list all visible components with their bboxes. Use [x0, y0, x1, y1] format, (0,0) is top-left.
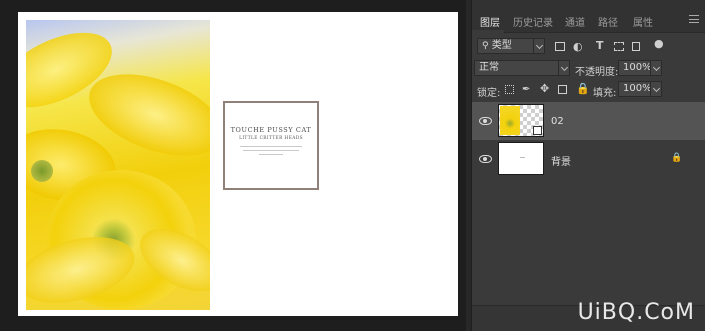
- flower-photo: [26, 20, 210, 310]
- canvas-workspace[interactable]: TOUCHE PUSSY CAT LITTLE CRITTER HEADS: [0, 0, 466, 331]
- card-text-line: [259, 154, 283, 155]
- brush-icon[interactable]: ✒: [522, 85, 530, 95]
- lock-transparent-icon[interactable]: [505, 85, 514, 94]
- text-filter-icon[interactable]: T: [596, 40, 604, 51]
- adjustment-filter-icon[interactable]: ◐: [573, 41, 583, 52]
- tab-paths[interactable]: 路径: [598, 14, 618, 29]
- chevron-down-icon[interactable]: [558, 60, 570, 76]
- chevron-down-icon[interactable]: [650, 81, 662, 97]
- layer-row-02[interactable]: 02: [472, 102, 705, 140]
- tab-layers[interactable]: 图层: [480, 14, 500, 29]
- blend-row: 正常 不透明度: 100%: [472, 60, 705, 78]
- opacity-label: 不透明度:: [575, 67, 619, 78]
- layer-filter-row: ⚲ 类型 ◐ T ●: [472, 38, 705, 56]
- tab-channels[interactable]: 通道: [565, 14, 585, 29]
- move-icon[interactable]: ✥: [540, 83, 549, 94]
- smart-object-filter-icon[interactable]: [632, 42, 640, 51]
- chevron-down-icon[interactable]: [650, 60, 662, 76]
- document-canvas[interactable]: TOUCHE PUSSY CAT LITTLE CRITTER HEADS: [18, 12, 458, 316]
- active-tab-indicator: [472, 30, 504, 33]
- flower-thumbnail: [500, 106, 520, 135]
- search-icon: ⚲: [482, 41, 489, 51]
- lock-icon: 🔒: [671, 153, 683, 163]
- layer-name[interactable]: 背景: [551, 153, 571, 168]
- filter-toggle-icon[interactable]: ●: [654, 38, 664, 49]
- tab-history[interactable]: 历史记录: [513, 14, 553, 29]
- filter-type-value: 类型: [491, 40, 512, 51]
- layer-row-background[interactable]: 背景 🔒: [472, 140, 705, 178]
- card-subtitle: LITTLE CRITTER HEADS: [239, 136, 303, 141]
- layer-thumbnail: [498, 104, 544, 137]
- thumbnail-detail: [520, 157, 525, 158]
- layers-panel: 图层 历史记录 通道 路径 属性 ⚲ 类型 ◐ T ● 正常 不透明度: 100…: [471, 0, 705, 331]
- lock-icon[interactable]: 🔒: [576, 83, 590, 94]
- text-card: TOUCHE PUSSY CAT LITTLE CRITTER HEADS: [223, 101, 319, 190]
- image-filter-icon[interactable]: [555, 42, 565, 51]
- eye-icon[interactable]: [479, 155, 492, 163]
- eye-icon[interactable]: [479, 117, 492, 125]
- card-text-line: [243, 150, 299, 151]
- blend-mode-select[interactable]: 正常: [474, 60, 570, 76]
- artboard-lock-icon[interactable]: [558, 85, 567, 94]
- tab-properties[interactable]: 属性: [633, 14, 653, 29]
- shape-filter-icon[interactable]: [614, 42, 624, 51]
- chevron-down-icon[interactable]: [533, 38, 545, 54]
- lock-row: 锁定: ✒ ✥ 🔒 填充: 100%: [472, 81, 705, 99]
- layer-thumbnail: [498, 142, 544, 175]
- layer-name[interactable]: 02: [551, 116, 564, 127]
- card-title: TOUCHE PUSSY CAT: [230, 126, 312, 134]
- panel-tabs: 图层 历史记录 通道 路径 属性: [472, 0, 705, 33]
- card-text-line: [240, 146, 302, 147]
- fill-label: 填充:: [593, 88, 617, 99]
- lock-label: 锁定:: [477, 88, 501, 99]
- watermark: UiBQ.CoM: [577, 300, 695, 325]
- smart-object-icon: [533, 126, 542, 135]
- panel-menu-icon[interactable]: [689, 15, 699, 23]
